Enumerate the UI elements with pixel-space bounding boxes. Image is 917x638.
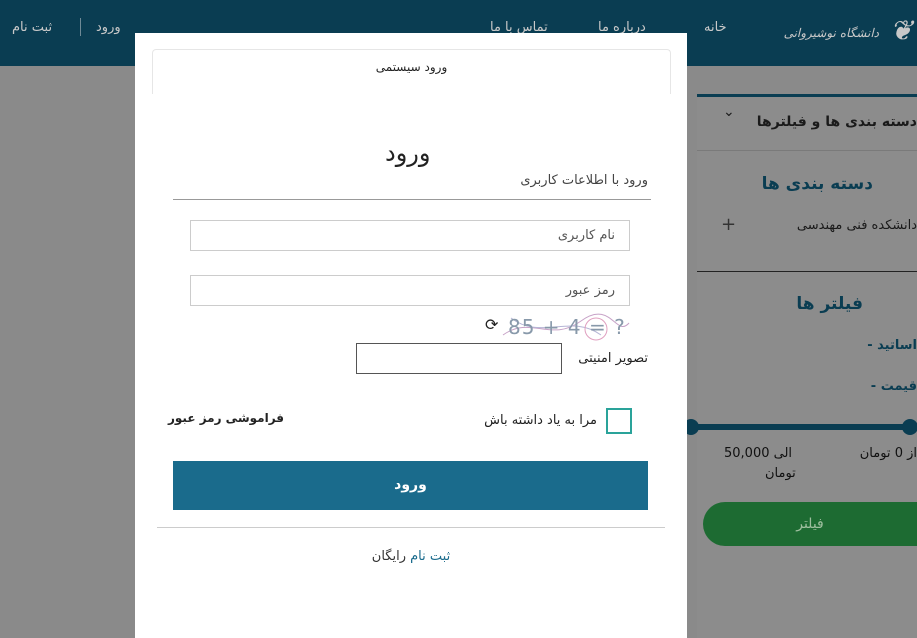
categories-heading: دسته بندی ها [761,174,873,194]
login-submit-button[interactable]: ورود [173,461,648,510]
register-suffix: رایگان [371,549,411,564]
price-to-label: الی 50,000 [724,446,793,461]
login-title: ورود [385,139,431,167]
filters-heading: فیلتر ها [796,294,863,314]
username-input[interactable] [190,220,630,251]
price-slider-handle-max[interactable] [902,419,917,435]
nav-login-link[interactable]: ورود [96,20,121,35]
sidebar-divider [697,150,917,151]
modal-header: ورود سیستمی [152,49,671,94]
title-divider [173,199,651,200]
logo-emblem-icon: ❦ [889,14,913,47]
footer-divider [157,527,665,528]
sidebar-dropdown-title[interactable]: دسته بندی ها و فیلترها [757,114,917,130]
nav-divider [80,18,81,36]
category-item-engineering[interactable]: دانشکده فنی مهندسی [797,218,917,233]
filter-button[interactable]: فیلتر [703,502,917,546]
chevron-down-icon[interactable]: ⌄ [723,104,735,120]
filter-sidebar: ⌄ دسته بندی ها و فیلترها دسته بندی ها + … [697,94,917,638]
site-logo[interactable]: ❦ دانشگاه نوشیروانی [784,12,913,52]
remember-me-checkbox[interactable] [606,408,632,434]
register-free-link[interactable]: ثبت نام [410,549,450,564]
modal-header-title: ورود سیستمی [375,60,448,74]
login-subtitle: ورود با اطلاعات کاربری [520,173,648,188]
nav-home-link[interactable]: خانه [704,20,727,35]
price-range-slider[interactable] [690,424,917,430]
sidebar-top-border [697,94,917,97]
price-from-label: از 0 تومان [859,446,917,461]
captcha-text: 85 + 4 = ? [508,315,626,339]
expand-plus-icon[interactable]: + [721,214,736,235]
captcha-answer-input[interactable] [356,343,562,374]
filter-professors[interactable]: - اساتید [867,338,917,353]
password-input[interactable] [190,275,630,306]
forgot-password-link[interactable]: فراموشی رمز عبور [168,411,284,425]
price-currency-label: تومان [765,466,796,481]
filter-price[interactable]: - قیمت [871,379,917,394]
sidebar-divider [697,271,917,272]
nav-register-link[interactable]: ثبت نام [12,20,52,35]
logo-text: دانشگاه نوشیروانی [783,26,879,40]
security-image-label: تصویر امنیتی [578,351,648,366]
refresh-icon[interactable]: ⟳ [485,315,498,334]
remember-me-label[interactable]: مرا به یاد داشته باش [484,413,597,428]
captcha-image: ⟳ 85 + 4 = ? [481,313,631,343]
login-modal: ورود سیستمی ورود ورود با اطلاعات کاربری … [135,33,687,638]
register-prompt: ثبت نام رایگان [135,549,687,564]
